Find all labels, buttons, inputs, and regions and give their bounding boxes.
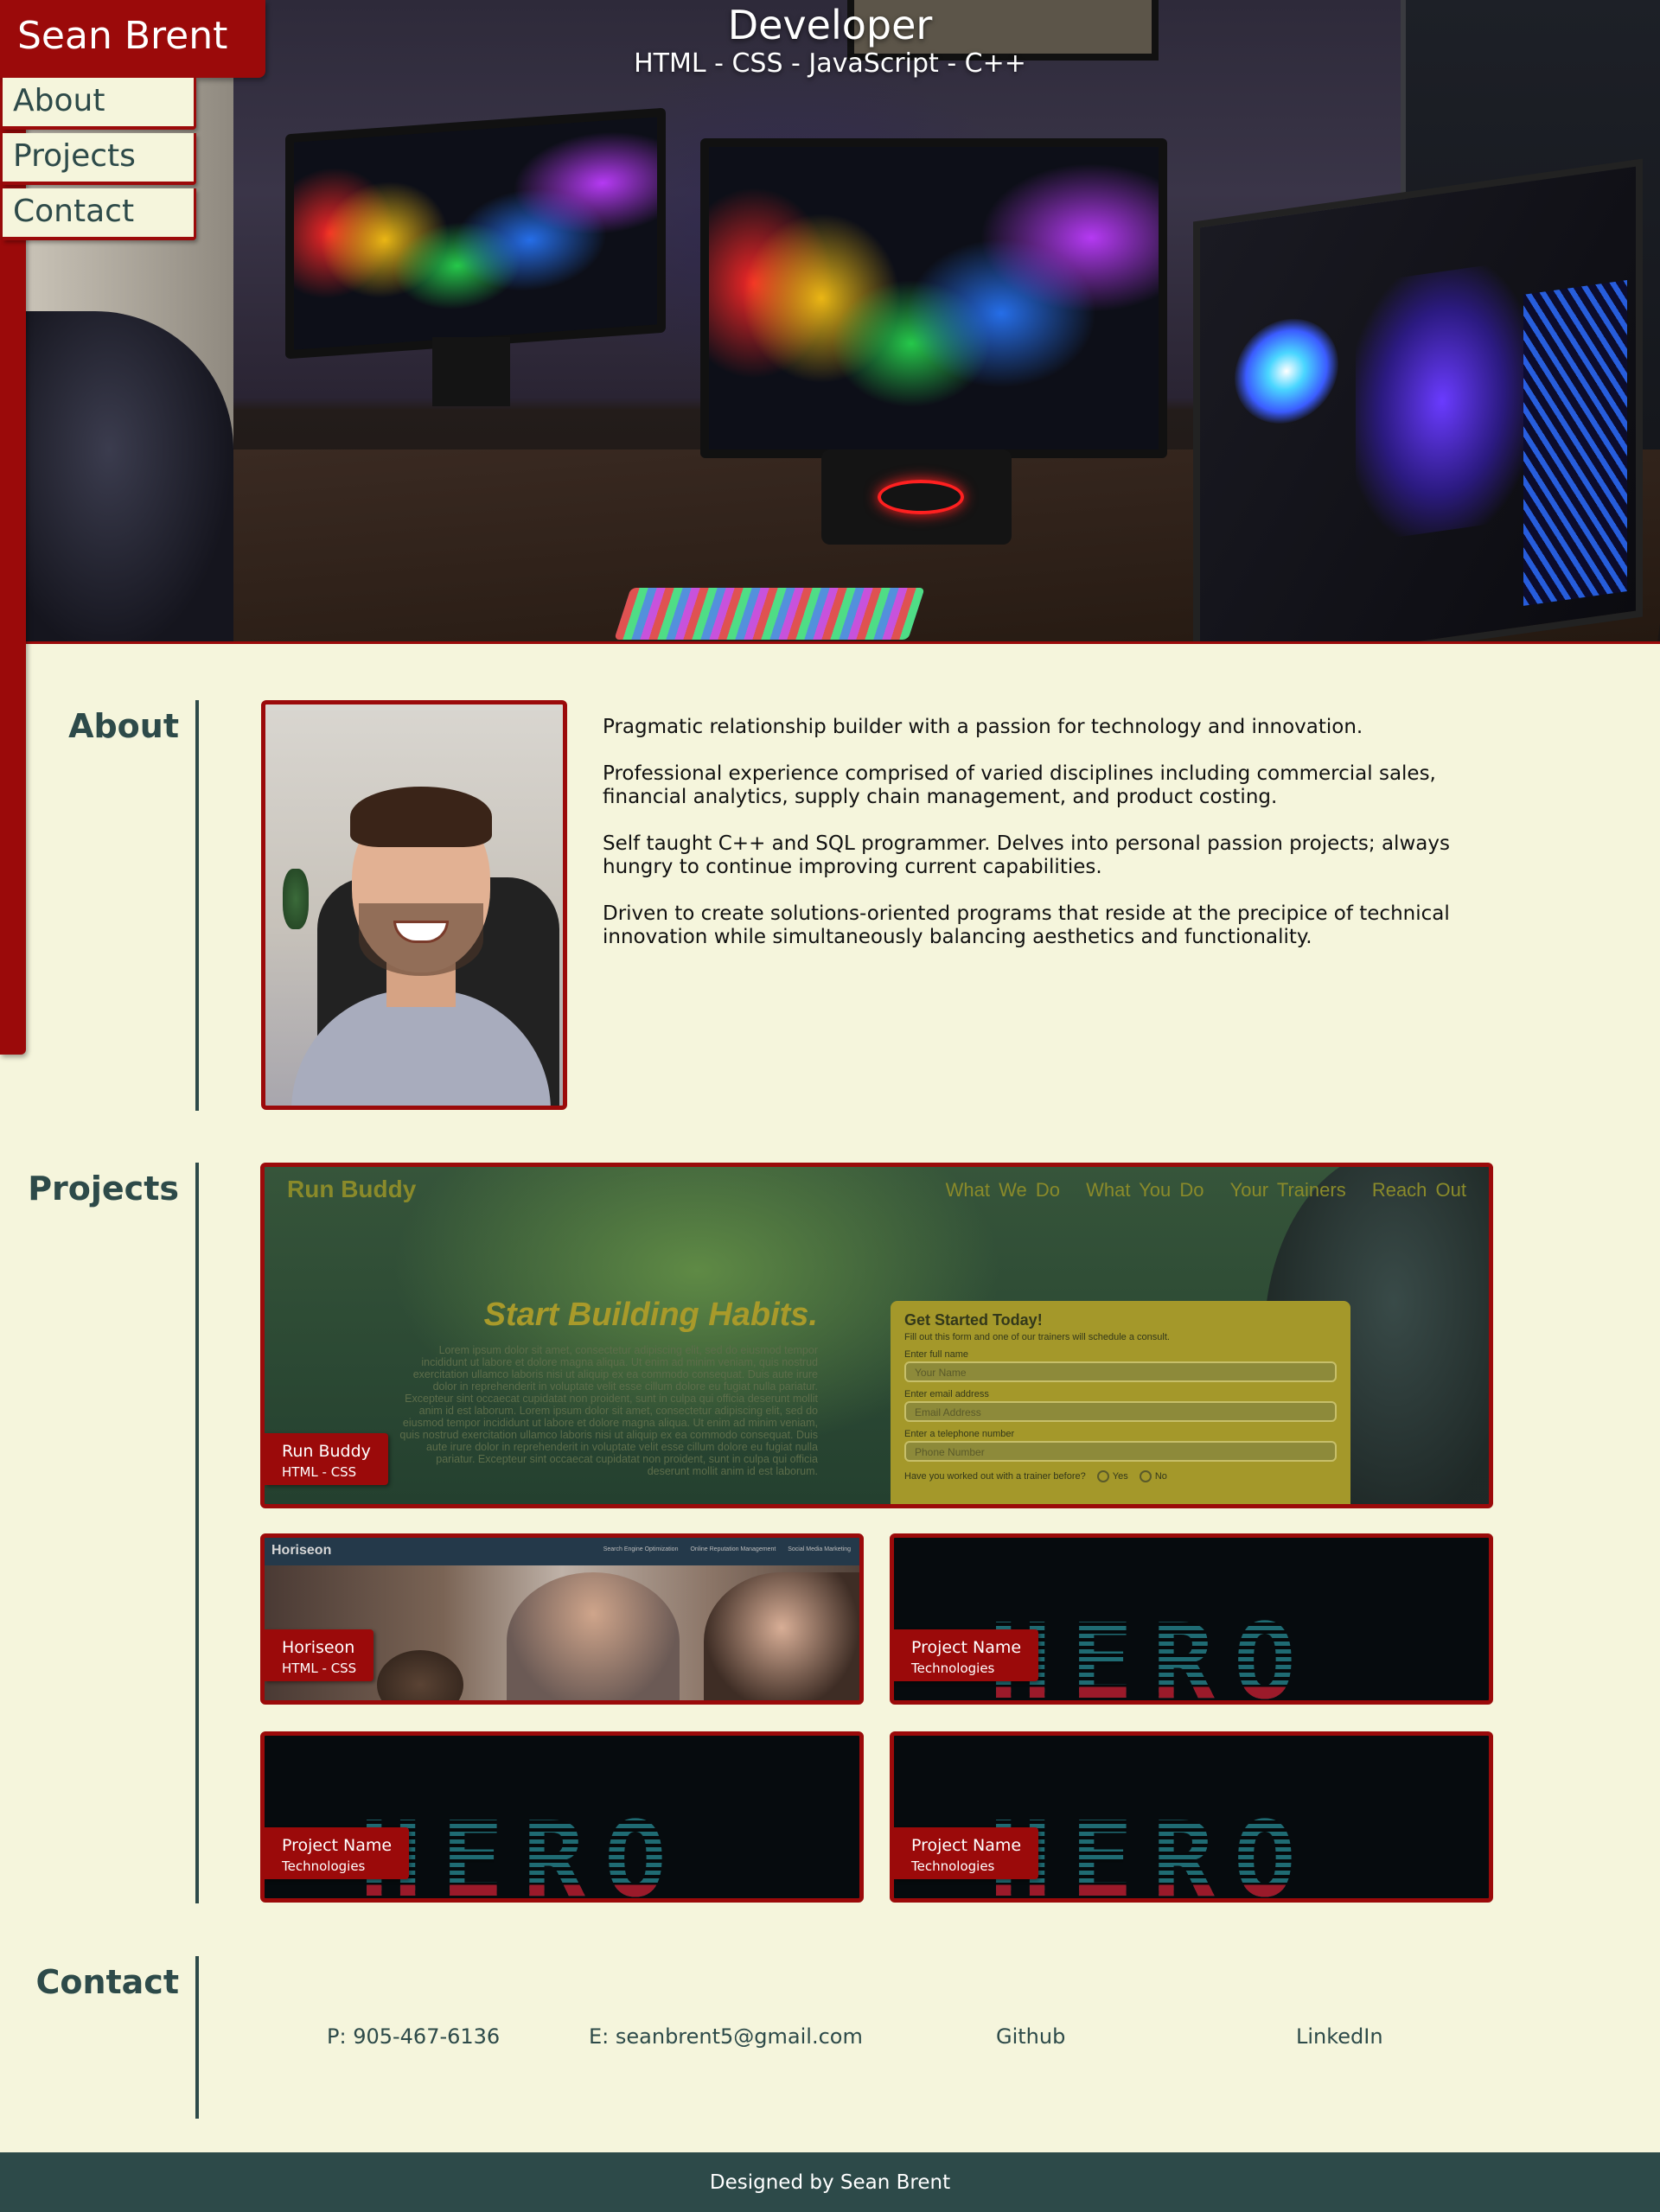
run-buddy-form-question-text: Have you worked out with a trainer befor…: [904, 1470, 1086, 1482]
project-tech: Technologies: [282, 1858, 366, 1874]
project-card-placeholder[interactable]: HERO HERO Project Name Technologies: [890, 1533, 1493, 1705]
run-buddy-preview-nav: What We Do What You Do Your Trainers Rea…: [929, 1179, 1466, 1202]
run-buddy-preview-nav-item: What We Do: [945, 1179, 1060, 1201]
project-label: Project Name Technologies: [265, 1827, 410, 1879]
about-paragraph: Driven to create solutions-oriented prog…: [603, 902, 1450, 948]
project-tech: Technologies: [911, 1858, 995, 1874]
project-name: Run Buddy: [282, 1442, 371, 1461]
contact-github-link[interactable]: Github: [996, 2024, 1065, 2049]
hero-photo-monitor-right: [700, 138, 1167, 458]
contact-linkedin-link[interactable]: LinkedIn: [1296, 2024, 1383, 2049]
project-tech: HTML - CSS: [282, 1464, 357, 1480]
horiseon-preview-person: [704, 1572, 859, 1700]
run-buddy-form-label: Enter email address: [904, 1389, 989, 1399]
footer: Designed by Sean Brent: [0, 2152, 1660, 2212]
radio-icon: [1139, 1470, 1152, 1482]
horiseon-preview-brand: Horiseon: [271, 1543, 332, 1558]
horiseon-preview-person: [377, 1650, 463, 1700]
contact-email-link[interactable]: E: seanbrent5@gmail.com: [589, 2024, 863, 2049]
run-buddy-form-subtitle: Fill out this form and one of our traine…: [904, 1332, 1170, 1342]
project-card-placeholder[interactable]: HERO HERO Project Name Technologies: [890, 1731, 1493, 1903]
about-divider: [195, 700, 199, 1111]
run-buddy-form-label: Enter full name: [904, 1349, 968, 1360]
hero-photo-monitor-left: [285, 107, 666, 360]
run-buddy-preview-form: Get Started Today! Fill out this form an…: [891, 1301, 1350, 1504]
run-buddy-form-name-field: Your Name: [904, 1361, 1337, 1382]
horiseon-preview-links: Search Engine Optimization Online Reputa…: [593, 1546, 851, 1552]
nav-item-about[interactable]: About: [3, 78, 196, 130]
about-paragraph: Professional experience comprised of var…: [603, 762, 1436, 808]
project-label: Project Name Technologies: [894, 1629, 1039, 1681]
projects-divider: [195, 1163, 199, 1903]
run-buddy-form-yes: Yes: [1112, 1470, 1128, 1482]
project-tech: Technologies: [911, 1661, 995, 1676]
project-label: Project Name Technologies: [894, 1827, 1039, 1879]
run-buddy-preview-nav-item: Your Trainers: [1229, 1179, 1346, 1201]
hero-photo-ring-light: [878, 480, 964, 514]
project-label: Horiseon HTML - CSS: [265, 1629, 374, 1681]
radio-icon: [1096, 1470, 1109, 1482]
projects-heading: Projects: [28, 1170, 179, 1208]
run-buddy-preview-headline: Start Building Habits.: [483, 1297, 818, 1333]
project-name: Project Name: [911, 1836, 1022, 1855]
run-buddy-preview-nav-item: What You Do: [1086, 1179, 1204, 1201]
profile-photo: [261, 700, 567, 1110]
hero-photo-pc-case: [1193, 158, 1643, 641]
project-name: Project Name: [282, 1836, 393, 1855]
nav-item-contact[interactable]: Contact: [3, 188, 196, 240]
project-label: Run Buddy HTML - CSS: [265, 1433, 388, 1485]
run-buddy-preview-lorem: Lorem ipsum dolor sit amet, consectetur …: [399, 1344, 818, 1477]
footer-text: Designed by Sean Brent: [709, 2171, 951, 2194]
contact-phone-link[interactable]: P: 905-467-6136: [327, 2024, 500, 2049]
site-brand[interactable]: Sean Brent: [0, 0, 265, 78]
project-name: Horiseon: [282, 1638, 355, 1657]
project-name: Project Name: [911, 1638, 1022, 1657]
about-text: Pragmatic relationship builder with a pa…: [603, 716, 1467, 972]
run-buddy-form-no: No: [1154, 1470, 1167, 1482]
run-buddy-form-title: Get Started Today!: [904, 1311, 1043, 1329]
run-buddy-form-phone-field: Phone Number: [904, 1441, 1337, 1462]
horiseon-preview-link: Online Reputation Management: [690, 1546, 776, 1552]
contact-heading: Contact: [35, 1963, 179, 2001]
project-card-placeholder[interactable]: HERO HERO Project Name Technologies: [260, 1731, 864, 1903]
project-tech: HTML - CSS: [282, 1661, 357, 1676]
project-card-horiseon[interactable]: Horiseon Search Engine Optimization Onli…: [260, 1533, 864, 1705]
hero-photo-keyboard: [614, 588, 925, 640]
about-heading: About: [68, 707, 179, 745]
run-buddy-form-email-field: Email Address: [904, 1401, 1337, 1422]
about-paragraph: Self taught C++ and SQL programmer. Delv…: [603, 832, 1450, 878]
run-buddy-form-label: Enter a telephone number: [904, 1429, 1015, 1439]
run-buddy-form-question: Have you worked out with a trainer befor…: [904, 1470, 1337, 1482]
project-card-run-buddy[interactable]: Run Buddy What We Do What You Do Your Tr…: [260, 1163, 1493, 1508]
hero-photo-stand-left: [432, 337, 510, 406]
about-paragraph: Pragmatic relationship builder with a pa…: [603, 716, 1363, 738]
run-buddy-preview-nav-item: Reach Out: [1371, 1179, 1466, 1201]
contact-divider: [195, 1956, 199, 2119]
nav-item-projects[interactable]: Projects: [3, 133, 196, 185]
horiseon-preview-header: Horiseon Search Engine Optimization Onli…: [265, 1538, 859, 1565]
horiseon-preview-person: [507, 1572, 680, 1700]
hero-banner: [26, 0, 1660, 644]
horiseon-preview-link: Social Media Marketing: [788, 1546, 851, 1552]
run-buddy-preview-brand: Run Buddy: [287, 1176, 417, 1202]
horiseon-preview-link: Search Engine Optimization: [603, 1546, 679, 1552]
